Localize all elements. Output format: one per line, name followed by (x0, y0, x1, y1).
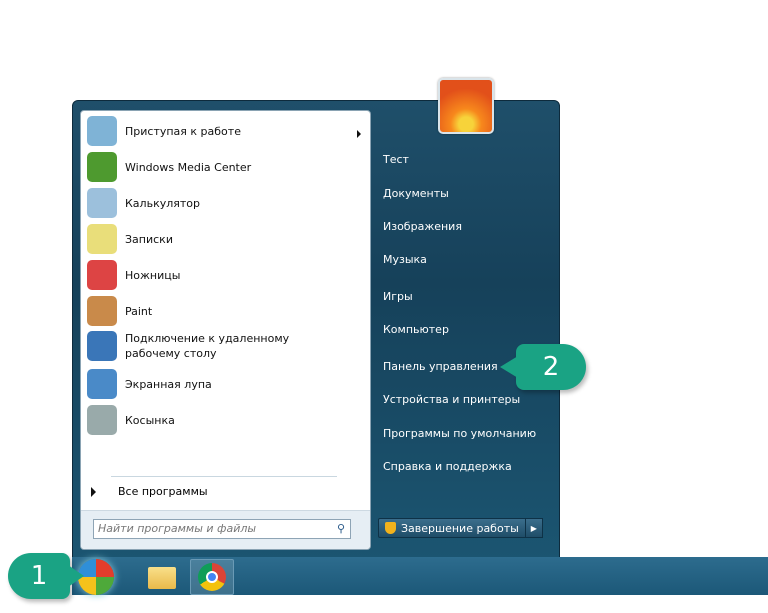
taskbar (72, 557, 768, 595)
chrome-taskbar-button[interactable] (190, 559, 234, 595)
program-item[interactable]: Калькулятор (87, 188, 200, 218)
right-link[interactable]: Компьютер (383, 323, 449, 336)
calculator-icon (87, 188, 117, 218)
triangle-right-icon (91, 486, 96, 497)
right-link[interactable]: Программы по умолчанию (383, 427, 536, 440)
right-link[interactable]: Игры (383, 290, 413, 303)
step-badge-2: 2 (500, 344, 586, 390)
right-link[interactable]: Тест (383, 153, 409, 166)
search-placeholder: Найти программы и файлы (98, 522, 257, 535)
submenu-arrow-icon (357, 130, 361, 138)
program-label: Ножницы (125, 268, 181, 282)
right-link[interactable]: Панель управления (383, 360, 498, 373)
sticky-notes-icon (87, 224, 117, 254)
remote-desktop-icon (87, 331, 117, 361)
all-programs-label: Все программы (118, 485, 208, 498)
program-label: Калькулятор (125, 196, 200, 210)
right-link[interactable]: Документы (383, 187, 449, 200)
snipping-tool-icon (87, 260, 117, 290)
program-label: Paint (125, 304, 153, 318)
solitaire-icon (87, 405, 117, 435)
program-label: Подключение к удаленному рабочему столу (125, 332, 290, 360)
program-item[interactable]: Записки (87, 224, 173, 254)
user-avatar[interactable] (438, 78, 494, 134)
shutdown-group: Завершение работы ▶ (378, 518, 543, 538)
search-input[interactable]: Найти программы и файлы ⚲ (93, 519, 351, 539)
shutdown-label: Завершение работы (401, 521, 519, 535)
program-label: Экранная лупа (125, 377, 212, 391)
step-badge-1: 1 (8, 553, 84, 599)
separator (111, 476, 337, 477)
shutdown-button[interactable]: Завершение работы (378, 518, 526, 538)
program-item[interactable]: Косынка (87, 405, 175, 435)
programs-panel: Приступая к работе Windows Media Center Ка… (80, 110, 371, 550)
folder-icon (148, 567, 176, 589)
search-icon[interactable]: ⚲ (337, 522, 345, 535)
media-center-icon (87, 152, 117, 182)
program-label: Windows Media Center (125, 160, 252, 174)
explorer-taskbar-button[interactable] (140, 559, 182, 593)
chrome-icon (198, 563, 226, 591)
right-link[interactable]: Устройства и принтеры (383, 393, 520, 406)
search-area: Найти программы и файлы ⚲ (81, 510, 370, 549)
program-item[interactable]: Windows Media Center (87, 152, 251, 182)
program-label: Косынка (125, 413, 175, 427)
paint-icon (87, 296, 117, 326)
magnifier-icon (87, 369, 117, 399)
program-label: Приступая к работе (125, 124, 241, 138)
program-item[interactable]: Приступая к работе (87, 116, 361, 146)
program-item[interactable]: Подключение к удаленному рабочему столу (87, 331, 345, 361)
shield-icon (385, 522, 396, 534)
getting-started-icon (87, 116, 117, 146)
right-link[interactable]: Справка и поддержка (383, 460, 512, 473)
program-item[interactable]: Paint (87, 296, 152, 326)
all-programs-button[interactable]: Все программы (91, 485, 208, 498)
program-label: Записки (125, 232, 173, 246)
shutdown-options-button[interactable]: ▶ (525, 518, 543, 538)
program-item[interactable]: Экранная лупа (87, 369, 212, 399)
right-link[interactable]: Музыка (383, 253, 427, 266)
right-link[interactable]: Изображения (383, 220, 462, 233)
program-item[interactable]: Ножницы (87, 260, 180, 290)
